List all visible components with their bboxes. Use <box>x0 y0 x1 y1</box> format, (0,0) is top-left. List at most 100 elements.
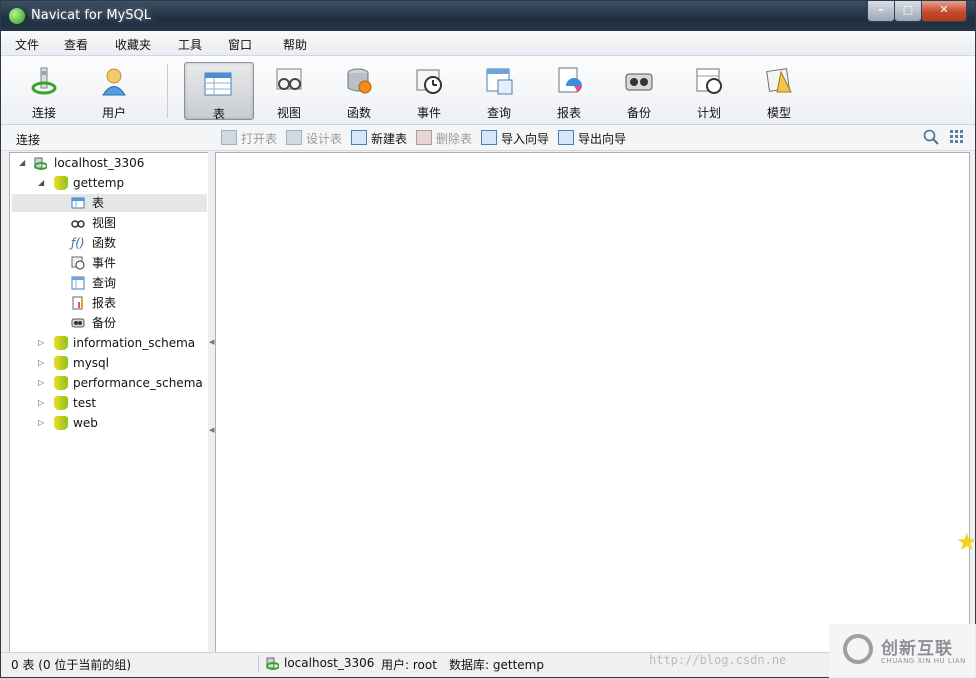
tree-object-label: 备份 <box>92 316 117 330</box>
schedule-icon <box>696 68 722 94</box>
tree-object-label: 表 <box>92 196 105 210</box>
model-icon <box>766 68 792 93</box>
toolbar-event-button[interactable]: 事件 <box>396 60 462 120</box>
mysql-connection-icon <box>34 157 47 170</box>
window-title: Navicat for MySQL <box>31 8 151 23</box>
toolbar-report-label: 报表 <box>556 106 581 120</box>
title-bar[interactable]: Navicat for MySQL – □ ✕ <box>1 1 975 31</box>
report-icon <box>558 67 582 93</box>
menu-window[interactable]: 窗口 <box>228 36 252 53</box>
collapsed-arrow-icon[interactable]: ▷ <box>38 334 48 352</box>
event-icon <box>416 69 442 94</box>
toolbar-view-label: 视图 <box>276 106 301 120</box>
database-name: mysql <box>73 356 109 370</box>
collapse-left-icon[interactable]: ◀ <box>209 426 214 434</box>
import-wizard-button[interactable]: 导入向导 <box>481 130 549 147</box>
collapsed-arrow-icon[interactable]: ▷ <box>38 354 48 372</box>
design-table-button[interactable]: 设计表 <box>286 130 342 147</box>
status-user: 用户: root <box>381 658 437 672</box>
search-icon[interactable] <box>923 129 939 145</box>
backup-icon <box>625 73 653 91</box>
new-table-button[interactable]: 新建表 <box>351 130 407 147</box>
toolbar-query-label: 查询 <box>486 106 511 120</box>
toolbar-view-button[interactable]: 视图 <box>256 60 322 120</box>
brand-logo-icon <box>843 634 873 664</box>
menu-bar: 文件 查看 收藏夹 工具 窗口 帮助 <box>1 31 975 56</box>
import-wizard-icon <box>481 130 497 145</box>
user-icon <box>102 68 126 96</box>
toolbar-function-label: 函数 <box>346 106 371 120</box>
toolbar-user-button[interactable]: 用户 <box>81 60 147 120</box>
tree-object-label: 视图 <box>92 216 117 230</box>
grid-view-icon[interactable] <box>949 129 965 145</box>
minimize-icon: – <box>878 3 884 16</box>
open-table-icon <box>221 130 237 145</box>
delete-table-button[interactable]: 删除表 <box>416 130 472 147</box>
export-wizard-button[interactable]: 导出向导 <box>558 130 626 147</box>
menu-help[interactable]: 帮助 <box>283 36 307 53</box>
expanded-arrow-icon[interactable]: ◢ <box>19 154 29 172</box>
collapse-left-icon[interactable]: ◀ <box>209 338 214 346</box>
toolbar-backup-button[interactable]: 备份 <box>606 60 672 120</box>
open-table-button[interactable]: 打开表 <box>221 130 277 147</box>
database-icon <box>54 176 68 190</box>
toolbar-schedule-button[interactable]: 计划 <box>676 60 742 120</box>
menu-favorites[interactable]: 收藏夹 <box>115 36 151 53</box>
main-toolbar: 连接 用户 表 视图 函数 事件 查询 报表 备份 计划 模型 <box>1 56 975 125</box>
expanded-arrow-icon[interactable]: ◢ <box>38 174 48 192</box>
query-icon <box>71 276 85 290</box>
tree-object-tables[interactable]: 表 <box>12 194 207 212</box>
database-icon <box>54 356 68 370</box>
tree-object-label: 查询 <box>92 276 117 290</box>
report-icon <box>72 296 83 310</box>
database-icon <box>54 336 68 350</box>
maximize-button[interactable]: □ <box>894 1 922 22</box>
maximize-icon: □ <box>902 3 914 16</box>
navicat-logo-icon <box>9 8 25 24</box>
navicat-window: Navicat for MySQL – □ ✕ 文件 查看 收藏夹 工具 窗口 … <box>0 0 976 678</box>
delete-table-label: 删除表 <box>436 132 473 146</box>
toolbar-model-label: 模型 <box>766 106 791 120</box>
collapsed-arrow-icon[interactable]: ▷ <box>38 374 48 392</box>
close-icon: ✕ <box>939 3 949 16</box>
toolbar-report-button[interactable]: 报表 <box>536 60 602 120</box>
toolbar-model-button[interactable]: 模型 <box>746 60 812 120</box>
query-icon <box>486 68 513 95</box>
tree-object-label: 函数 <box>92 236 117 250</box>
status-object-count: 0 表 (0 位于当前的组) <box>11 658 132 672</box>
table-icon <box>204 72 232 96</box>
connection-tree[interactable]: ◢ localhost_3306 ◢ gettemp 表 视图 ƒ() 函数 事… <box>9 152 210 654</box>
database-name: performance_schema <box>73 376 203 390</box>
design-table-icon <box>286 130 302 145</box>
pane-splitter[interactable]: ◀ ◀ <box>208 152 214 652</box>
toolbar-connection-button[interactable]: 连接 <box>11 60 77 120</box>
menu-file[interactable]: 文件 <box>15 36 39 53</box>
delete-table-icon <box>416 130 432 145</box>
menu-view[interactable]: 查看 <box>64 36 88 53</box>
export-wizard-label: 导出向导 <box>578 132 627 146</box>
tree-object-label: 事件 <box>92 256 117 270</box>
toolbar-function-button[interactable]: 函数 <box>326 60 392 120</box>
menu-tools[interactable]: 工具 <box>178 36 202 53</box>
collapsed-arrow-icon[interactable]: ▷ <box>38 414 48 432</box>
database-name: web <box>73 416 98 430</box>
database-name: test <box>73 396 97 410</box>
collapsed-arrow-icon[interactable]: ▷ <box>38 394 48 412</box>
minimize-button[interactable]: – <box>867 1 895 22</box>
toolbar-query-button[interactable]: 查询 <box>466 60 532 120</box>
connection-name: localhost_3306 <box>54 156 145 170</box>
toolbar-connection-label: 连接 <box>31 106 56 120</box>
database-name: gettemp <box>73 176 125 190</box>
object-list-pane[interactable] <box>215 152 970 654</box>
brand-name-en: CHUANG XIN HU LIAN <box>881 657 966 665</box>
toolbar-separator <box>167 64 168 118</box>
view-icon <box>276 68 302 90</box>
tree-object-label: 报表 <box>92 296 117 310</box>
connection-pane-label: 连接 <box>16 133 41 147</box>
brand-watermark: 创新互联 CHUANG XIN HU LIAN <box>829 624 976 678</box>
toolbar-table-button[interactable]: 表 <box>184 62 254 121</box>
database-icon <box>54 416 68 430</box>
open-table-label: 打开表 <box>241 132 278 146</box>
close-button[interactable]: ✕ <box>921 1 967 22</box>
database-icon <box>54 376 68 390</box>
